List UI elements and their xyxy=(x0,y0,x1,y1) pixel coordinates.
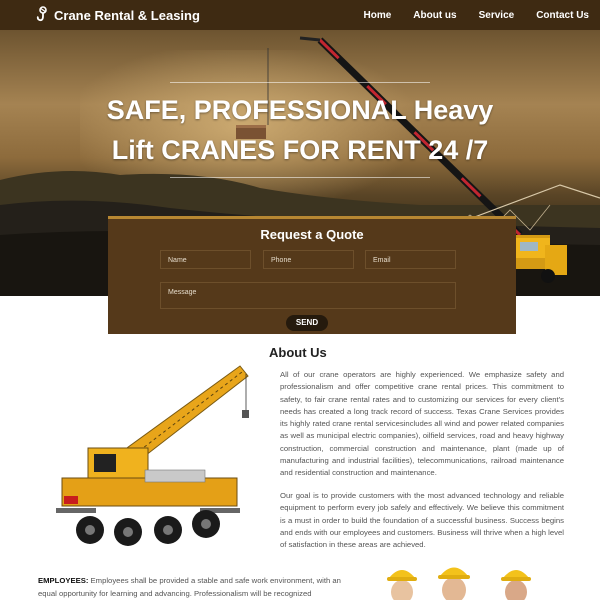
nav-service[interactable]: Service xyxy=(479,10,515,21)
brand-name: Crane Rental & Leasing xyxy=(54,7,200,23)
send-button[interactable]: SEND xyxy=(286,315,328,331)
email-field[interactable]: Email xyxy=(365,250,456,269)
quote-form-title: Request a Quote xyxy=(260,227,364,242)
employees-paragraph: EMPLOYEES: Employees shall be provided a… xyxy=(38,575,344,600)
message-field[interactable]: Message xyxy=(160,282,456,309)
nav-about-us[interactable]: About us xyxy=(413,10,456,21)
nav-home[interactable]: Home xyxy=(363,10,391,21)
crane-hook-icon xyxy=(36,6,47,22)
hero-divider-top xyxy=(170,82,430,83)
hero-title-line2: Lift CRANES FOR RENT 24 /7 xyxy=(111,135,489,165)
nav-contact-us[interactable]: Contact Us xyxy=(536,10,589,21)
about-title: About Us xyxy=(269,345,327,360)
site-header: Crane Rental & Leasing Home About us Ser… xyxy=(0,0,600,30)
about-paragraph-1: All of our crane operators are highly ex… xyxy=(280,370,564,478)
mobile-crane-image xyxy=(56,365,249,546)
logo[interactable]: Crane Rental & Leasing xyxy=(36,6,200,24)
name-field[interactable]: Name xyxy=(160,250,251,269)
phone-field[interactable]: Phone xyxy=(263,250,354,269)
employees-label: EMPLOYEES: xyxy=(38,576,89,585)
workers-image xyxy=(387,567,531,600)
main-nav: Home About us Service Contact Us xyxy=(363,0,600,30)
hero-title: SAFE, PROFESSIONAL Heavy Lift CRANES FOR… xyxy=(90,90,510,170)
about-paragraph-2: Our goal is to provide customers with th… xyxy=(280,491,564,550)
hero-title-line1: SAFE, PROFESSIONAL Heavy xyxy=(106,95,494,125)
hero-divider-bottom xyxy=(170,177,430,178)
